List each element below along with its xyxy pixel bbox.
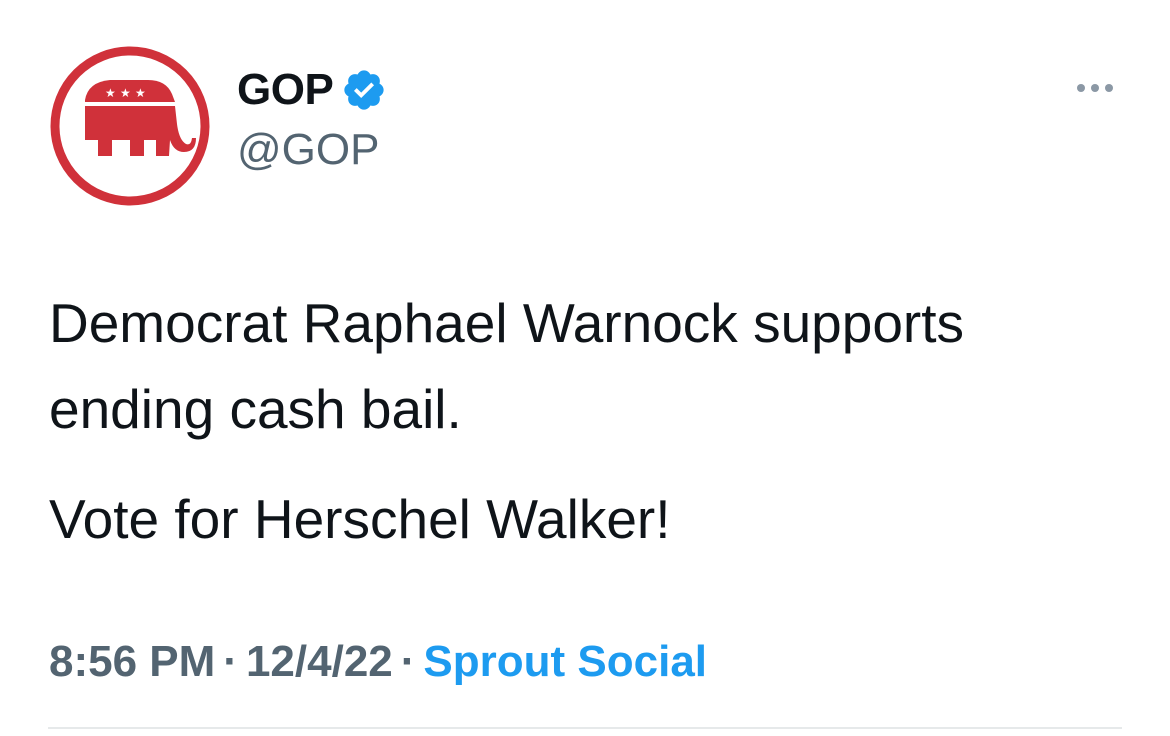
tweet-time[interactable]: 8:56 PM [49,637,215,686]
tweet-text: Democrat Raphael Warnock supports ending… [49,280,1109,562]
meta-separator: · [223,637,238,686]
author-display-name[interactable]: GOP [237,62,387,118]
svg-text:★: ★ [120,86,131,100]
avatar[interactable]: ★ ★ ★ [48,44,212,208]
gop-elephant-logo-icon: ★ ★ ★ [48,44,212,208]
display-name-text: GOP [237,65,334,114]
more-options-icon[interactable] [1072,74,1118,102]
svg-text:★: ★ [105,86,116,100]
svg-text:★: ★ [135,86,146,100]
verified-badge-icon [341,67,387,113]
tweet-date[interactable]: 12/4/22 [246,637,393,686]
tweet-paragraph: Democrat Raphael Warnock supports ending… [49,292,965,440]
meta-separator: · [400,637,416,686]
tweet-paragraph: Vote for Herschel Walker! [49,488,671,550]
tweet-meta: 8:56 PM · 12/4/22 · Sprout Social [49,634,707,690]
author-handle[interactable]: @GOP [237,122,379,178]
tweet-source-link[interactable]: Sprout Social [423,637,707,686]
divider [48,727,1122,729]
